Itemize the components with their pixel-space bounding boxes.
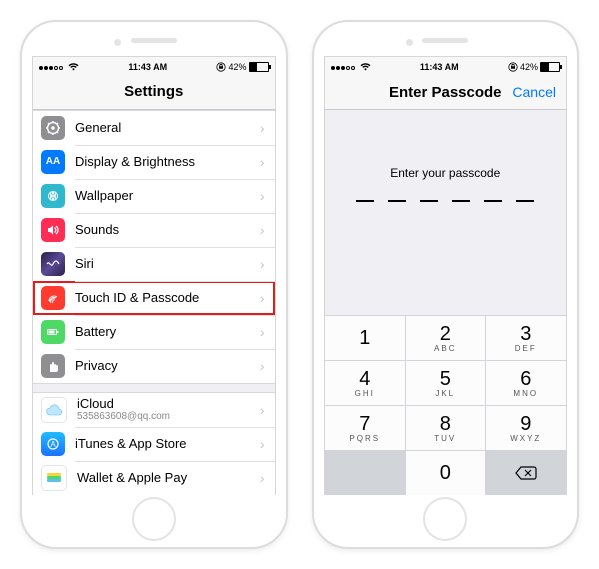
row-label: Siri <box>75 256 260 271</box>
row-label: Touch ID & Passcode <box>75 290 260 305</box>
row-display-brightness[interactable]: AA Display & Brightness › <box>33 145 275 179</box>
sounds-icon <box>41 218 65 242</box>
row-label: Display & Brightness <box>75 154 260 169</box>
row-battery[interactable]: Battery › <box>33 315 275 349</box>
signal-dots-icon <box>39 62 64 72</box>
screen-passcode: 11:43 AM 42% Enter Passcode Cancel Enter… <box>324 56 568 495</box>
battery-icon <box>41 320 65 344</box>
numeric-keypad: 1 2ABC 3DEF 4GHI 5JKL 6MNO 7PQRS 8TUV 9W… <box>325 315 567 495</box>
row-label: iCloud <box>77 397 260 412</box>
key-5[interactable]: 5JKL <box>406 361 486 405</box>
wallpaper-icon <box>41 184 65 208</box>
row-siri[interactable]: Siri › <box>33 247 275 281</box>
row-sounds[interactable]: Sounds › <box>33 213 275 247</box>
row-label: Battery <box>75 324 260 339</box>
battery-icon <box>540 62 560 72</box>
key-6[interactable]: 6MNO <box>486 361 566 405</box>
home-button[interactable] <box>423 497 467 541</box>
navbar: Enter Passcode Cancel <box>325 75 567 110</box>
wifi-icon <box>360 63 371 71</box>
chevron-right-icon: › <box>260 436 265 452</box>
nav-title: Settings <box>124 83 183 100</box>
row-general[interactable]: General › <box>33 111 275 145</box>
key-3[interactable]: 3DEF <box>486 316 566 360</box>
front-camera <box>406 39 413 46</box>
status-bar: 11:43 AM 42% <box>33 57 275 75</box>
chevron-right-icon: › <box>260 154 265 170</box>
cancel-button[interactable]: Cancel <box>512 84 556 100</box>
phone-settings: 11:43 AM 42% Settings General › <box>20 20 288 549</box>
status-bar: 11:43 AM 42% <box>325 57 567 75</box>
chevron-right-icon: › <box>260 188 265 204</box>
row-icloud[interactable]: iCloud 535863608@qq.com › <box>33 393 275 427</box>
battery-pct: 42% <box>520 62 538 72</box>
row-label: Privacy <box>75 358 260 373</box>
key-blank <box>325 451 405 495</box>
key-4[interactable]: 4GHI <box>325 361 405 405</box>
status-time: 11:43 AM <box>371 62 508 72</box>
icloud-icon <box>41 397 67 423</box>
display-icon: AA <box>41 150 65 174</box>
battery-indicator: 42% <box>508 62 560 72</box>
row-itunes-appstore[interactable]: A iTunes & App Store › <box>33 427 275 461</box>
fingerprint-icon <box>41 286 65 310</box>
key-8[interactable]: 8TUV <box>406 406 486 450</box>
battery-pct: 42% <box>228 62 246 72</box>
key-9[interactable]: 9WXYZ <box>486 406 566 450</box>
chevron-right-icon: › <box>260 470 265 486</box>
appstore-icon: A <box>41 432 65 456</box>
passcode-dashes <box>325 200 567 202</box>
row-wallet-applepay[interactable]: Wallet & Apple Pay › <box>33 461 275 495</box>
wallet-icon <box>41 465 67 491</box>
battery-indicator: 42% <box>216 62 268 72</box>
chevron-right-icon: › <box>260 222 265 238</box>
signal-dots-icon <box>331 62 356 72</box>
passcode-prompt: Enter your passcode <box>325 166 567 180</box>
chevron-right-icon: › <box>260 324 265 340</box>
svg-text:A: A <box>50 440 56 449</box>
siri-icon <box>41 252 65 276</box>
wifi-icon <box>68 63 79 71</box>
key-0[interactable]: 0 <box>406 451 486 495</box>
key-7[interactable]: 7PQRS <box>325 406 405 450</box>
privacy-hand-icon <box>41 354 65 378</box>
row-label: Sounds <box>75 222 260 237</box>
backspace-icon <box>515 466 537 480</box>
nav-title: Enter Passcode <box>389 84 502 101</box>
row-label: General <box>75 120 260 135</box>
row-label: Wallpaper <box>75 188 260 203</box>
battery-icon <box>249 62 269 72</box>
orientation-lock-icon <box>216 62 226 72</box>
row-touch-id-passcode[interactable]: Touch ID & Passcode › <box>33 281 275 315</box>
screen-settings: 11:43 AM 42% Settings General › <box>32 56 276 495</box>
row-wallpaper[interactable]: Wallpaper › <box>33 179 275 213</box>
home-button[interactable] <box>132 497 176 541</box>
row-sublabel: 535863608@qq.com <box>77 411 260 423</box>
settings-group-1: General › AA Display & Brightness › Wall… <box>33 110 275 384</box>
row-label: Wallet & Apple Pay <box>77 470 260 485</box>
row-privacy[interactable]: Privacy › <box>33 349 275 383</box>
settings-group-2: iCloud 535863608@qq.com › A iTunes & App… <box>33 392 275 495</box>
gear-icon <box>41 116 65 140</box>
phone-passcode: 11:43 AM 42% Enter Passcode Cancel Enter… <box>312 20 580 549</box>
front-camera <box>114 39 121 46</box>
navbar: Settings <box>33 75 275 110</box>
passcode-body: Enter your passcode 1 2ABC 3DEF 4GHI 5JK… <box>325 110 567 495</box>
chevron-right-icon: › <box>260 120 265 136</box>
key-backspace[interactable] <box>486 451 566 495</box>
status-time: 11:43 AM <box>79 62 216 72</box>
chevron-right-icon: › <box>260 358 265 374</box>
chevron-right-icon: › <box>260 290 265 306</box>
settings-list[interactable]: General › AA Display & Brightness › Wall… <box>33 110 275 495</box>
orientation-lock-icon <box>508 62 518 72</box>
key-1[interactable]: 1 <box>325 316 405 360</box>
speaker <box>422 38 468 43</box>
key-2[interactable]: 2ABC <box>406 316 486 360</box>
speaker <box>131 38 177 43</box>
chevron-right-icon: › <box>260 256 265 272</box>
row-label: iTunes & App Store <box>75 436 260 451</box>
chevron-right-icon: › <box>260 402 265 418</box>
